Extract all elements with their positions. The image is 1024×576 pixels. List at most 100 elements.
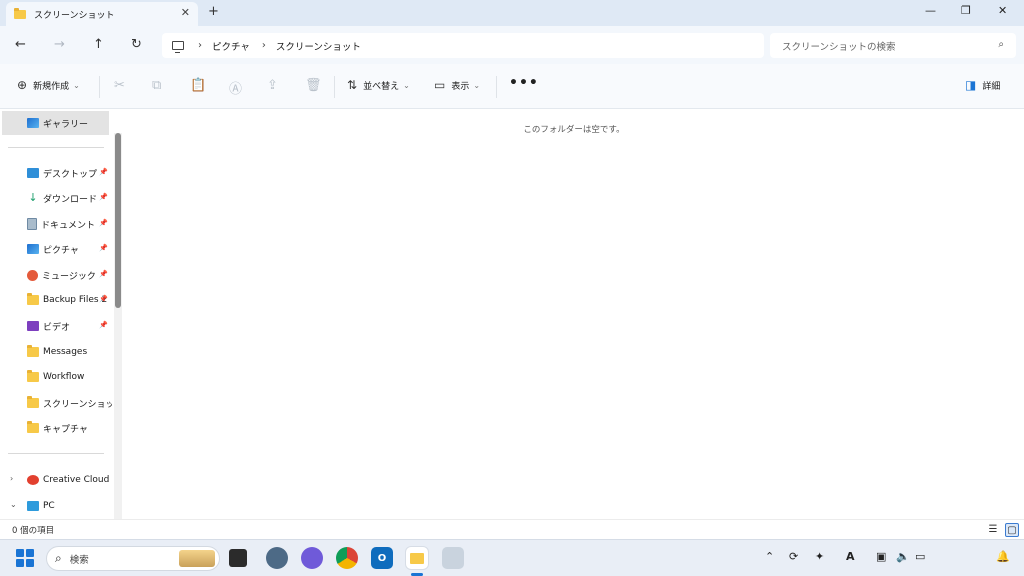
pin-icon: 📌	[99, 193, 108, 201]
folder-icon	[27, 370, 39, 382]
search-highlight-image	[179, 550, 215, 567]
details-label: 詳細	[982, 81, 1001, 92]
back-button[interactable]: ←	[15, 37, 26, 52]
minimize-button[interactable]: —	[925, 4, 936, 17]
chrome-icon[interactable]	[336, 547, 358, 569]
sidebar-item-videos[interactable]: ビデオ 📌	[0, 314, 112, 338]
forward-button[interactable]: →	[54, 37, 65, 52]
teams-icon[interactable]	[301, 547, 323, 569]
sidebar-item-desktop[interactable]: デスクトップ 📌	[0, 161, 112, 185]
divider	[8, 147, 104, 148]
edge-icon[interactable]	[266, 547, 288, 569]
chevron-right-icon: ›	[261, 40, 266, 51]
sort-button[interactable]: ⇅ 並べ替え ⌄	[347, 78, 410, 92]
sync-icon[interactable]: ⟳	[789, 550, 798, 563]
sidebar-item-screenshots[interactable]: スクリーンショット	[0, 391, 112, 415]
sidebar-item-label: PC	[43, 501, 55, 511]
tab-screenshots[interactable]: スクリーンショット ✕	[6, 2, 198, 26]
sidebar-item-label: キャプチャ	[43, 424, 88, 435]
divider	[496, 76, 497, 98]
search-placeholder: スクリーンショットの検索	[782, 41, 896, 53]
file-list-pane[interactable]: このフォルダーは空です。	[124, 109, 1024, 519]
search-input[interactable]: スクリーンショットの検索 ⌕	[770, 33, 1016, 58]
tab-close-icon[interactable]: ✕	[181, 6, 190, 19]
more-options-icon[interactable]: •••	[509, 75, 539, 91]
sidebar-item-pc[interactable]: ⌄ PC	[0, 494, 112, 518]
sidebar-item-pictures[interactable]: ピクチャ 📌	[0, 237, 112, 261]
divider	[8, 453, 104, 454]
volume-icon[interactable]: 🔈	[896, 550, 910, 563]
search-icon: ⌕	[998, 39, 1004, 50]
sidebar-item-documents[interactable]: ドキュメント 📌	[0, 212, 112, 236]
windows-start-button[interactable]	[16, 549, 34, 567]
video-icon	[27, 321, 39, 331]
sidebar-item-label: スクリーンショット	[43, 399, 112, 410]
folder-icon	[27, 396, 39, 408]
paste-icon[interactable]: 📋	[190, 78, 206, 93]
details-button[interactable]: ◨ 詳細	[965, 78, 1000, 92]
task-view-icon[interactable]	[229, 549, 247, 567]
tab-title: スクリーンショット	[34, 10, 115, 21]
sidebar-item-music[interactable]: ミュージック 📌	[0, 263, 112, 287]
view-button[interactable]: ▭ 表示 ⌄	[434, 78, 480, 92]
sidebar-item-downloads[interactable]: ↓ ダウンロード 📌	[0, 186, 112, 210]
command-bar: ⊕ 新規作成 ⌄ ✂ ⧉ 📋 Ⓐ ⇪ 🗑 ⇅ 並べ替え ⌄ ▭ 表示 ⌄ •••…	[0, 64, 1024, 109]
share-icon[interactable]: ⇪	[267, 78, 278, 93]
sidebar-item-backup-files[interactable]: Backup Files 2 📌	[0, 288, 112, 312]
pin-icon: 📌	[99, 168, 108, 176]
search-icon: ⌕	[55, 551, 62, 565]
address-bar[interactable]: › ピクチャ › スクリーンショット	[162, 33, 764, 58]
sidebar-item-creative-cloud[interactable]: › Creative Cloud Files	[0, 468, 112, 492]
chevron-right-icon[interactable]: ›	[10, 474, 13, 483]
item-count: 0 個の項目	[12, 526, 55, 536]
pin-icon: 📌	[99, 244, 108, 252]
pin-icon: 📌	[99, 321, 108, 329]
copy-icon[interactable]: ⧉	[152, 78, 161, 93]
view-icon: ▭	[434, 78, 446, 92]
gallery-icon	[27, 118, 39, 128]
breadcrumb-pictures[interactable]: ピクチャ	[212, 39, 250, 53]
folder-icon	[27, 345, 39, 357]
sidebar-item-messages[interactable]: Messages	[0, 340, 112, 364]
sidebar-item-capture[interactable]: キャプチャ	[0, 416, 112, 440]
taskbar-search-input[interactable]: ⌕ 検索	[46, 546, 220, 571]
pin-icon: 📌	[99, 270, 108, 278]
new-tab-button[interactable]: +	[208, 4, 219, 19]
breadcrumb-screenshots[interactable]: スクリーンショット	[276, 39, 361, 53]
folder-icon	[27, 421, 39, 433]
outlook-icon[interactable]: O	[371, 547, 393, 569]
sidebar-scrollbar-thumb[interactable]	[115, 133, 121, 308]
status-bar: 0 個の項目 ☰ ▢	[0, 519, 1024, 539]
rename-icon[interactable]: Ⓐ	[229, 78, 242, 97]
show-hidden-icons-icon[interactable]: ⌃	[765, 550, 774, 563]
sort-icon: ⇅	[347, 78, 358, 92]
snipping-tool-icon[interactable]	[442, 547, 464, 569]
plus-circle-icon: ⊕	[17, 78, 28, 92]
chevron-right-icon: ›	[198, 40, 202, 51]
file-explorer-icon[interactable]	[406, 547, 428, 569]
close-window-button[interactable]: ✕	[998, 4, 1007, 17]
tiles-view-button[interactable]: ▢	[1005, 523, 1019, 537]
adobe-icon[interactable]: A	[846, 550, 855, 563]
maximize-button[interactable]: ❐	[961, 4, 971, 17]
details-view-button[interactable]: ☰	[986, 523, 1000, 537]
sidebar-item-label: Workflow	[43, 372, 85, 382]
cut-icon[interactable]: ✂	[114, 78, 125, 93]
chevron-down-icon[interactable]: ⌄	[10, 500, 17, 509]
notification-bell-icon[interactable]: 🔔	[996, 550, 1010, 563]
empty-folder-message: このフォルダーは空です。	[523, 125, 625, 135]
pin-icon: 📌	[99, 295, 108, 303]
folder-icon	[14, 7, 26, 19]
music-icon	[27, 269, 38, 281]
delete-icon[interactable]: 🗑	[305, 78, 322, 93]
sidebar-item-gallery[interactable]: ギャラリー	[2, 111, 109, 135]
up-button[interactable]: ↑	[93, 37, 104, 52]
refresh-button[interactable]: ↻	[131, 37, 142, 52]
new-button[interactable]: ⊕ 新規作成 ⌄	[17, 78, 80, 92]
network-status-icon[interactable]: ✦	[815, 550, 824, 563]
view-label: 表示	[451, 81, 470, 92]
battery-icon[interactable]: ▭	[915, 550, 925, 563]
sidebar-item-workflow[interactable]: Workflow	[0, 365, 112, 389]
display-icon[interactable]: ▣	[876, 550, 886, 563]
taskbar-search-placeholder: 検索	[69, 554, 89, 566]
